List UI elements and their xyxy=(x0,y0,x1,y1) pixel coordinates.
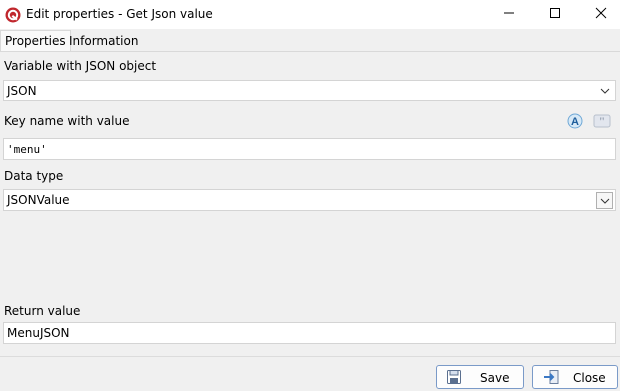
close-button[interactable]: Close xyxy=(532,365,618,389)
close-icon xyxy=(595,7,607,22)
maximize-icon xyxy=(549,7,561,22)
minimize-icon xyxy=(503,7,515,22)
expression-button[interactable]: A xyxy=(565,113,585,131)
save-button-label: Save xyxy=(480,371,510,385)
text-format-icon: A xyxy=(566,113,584,132)
datatype-select[interactable]: JSONValue xyxy=(3,189,616,211)
datatype-value: JSONValue xyxy=(7,193,70,207)
return-value-input[interactable]: MenuJSON xyxy=(3,322,616,344)
tab-information[interactable]: Information xyxy=(65,31,142,51)
key-name-value: 'menu' xyxy=(7,142,47,156)
svg-text:": " xyxy=(599,114,606,128)
quote-icon: " xyxy=(593,113,611,132)
footer-divider xyxy=(0,356,620,357)
close-button-label: Close xyxy=(573,371,606,385)
close-window-button[interactable] xyxy=(578,0,620,29)
title-bar: Edit properties - Get Json value xyxy=(0,0,620,29)
tab-properties[interactable]: Properties xyxy=(0,30,71,52)
chevron-down-icon[interactable] xyxy=(596,192,613,209)
exit-icon xyxy=(543,370,559,384)
minimize-button[interactable] xyxy=(486,0,532,29)
variable-value: JSON xyxy=(7,83,37,98)
app-logo-icon xyxy=(5,7,21,23)
key-label: Key name with value xyxy=(4,114,130,128)
tab-strip: Properties Information xyxy=(0,29,620,52)
return-label: Return value xyxy=(4,304,81,318)
key-name-input[interactable]: 'menu' xyxy=(3,138,616,160)
svg-text:A: A xyxy=(571,116,579,128)
datatype-label: Data type xyxy=(4,169,64,183)
save-button[interactable]: Save xyxy=(436,365,524,389)
maximize-button[interactable] xyxy=(532,0,578,29)
quote-button[interactable]: " xyxy=(592,113,612,131)
variable-label: Variable with JSON object xyxy=(4,59,157,73)
return-value: MenuJSON xyxy=(7,326,70,340)
variable-select[interactable]: JSON xyxy=(3,80,616,101)
floppy-disk-icon xyxy=(447,370,463,384)
window-title: Edit properties - Get Json value xyxy=(26,7,213,21)
chevron-down-icon[interactable] xyxy=(598,84,612,98)
